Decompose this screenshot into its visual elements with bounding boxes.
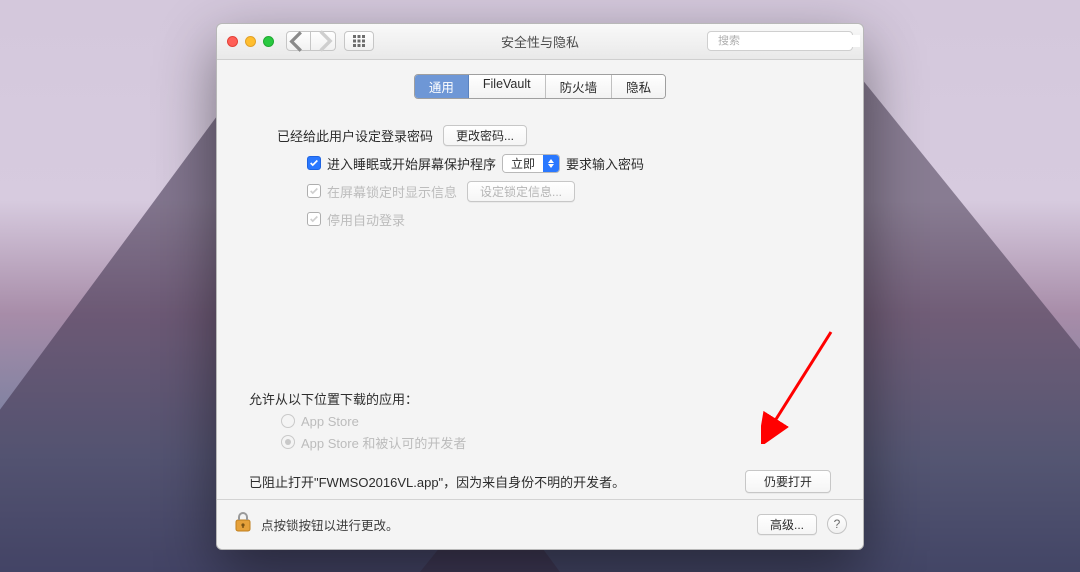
radio-identified-label: App Store 和被认可的开发者	[301, 433, 466, 452]
show-all-button[interactable]	[344, 31, 374, 51]
lock-message: 点按锁按钮以进行更改。	[261, 515, 757, 534]
require-password-checkbox[interactable]	[307, 156, 321, 170]
tab-privacy[interactable]: 隐私	[612, 75, 665, 98]
lockscreen-message-checkbox	[307, 184, 321, 198]
password-set-label: 已经给此用户设定登录密码	[277, 126, 433, 145]
blocked-app-message: 已阻止打开"FWMSO2016VL.app"，因为来自身份不明的开发者。	[249, 472, 745, 491]
tab-firewall[interactable]: 防火墙	[546, 75, 613, 98]
advanced-button[interactable]: 高级...	[757, 514, 817, 535]
minimize-button[interactable]	[245, 36, 256, 47]
tab-general[interactable]: 通用	[415, 75, 469, 98]
radio-appstore-label: App Store	[301, 414, 359, 429]
search-input[interactable]	[718, 35, 860, 47]
change-password-button[interactable]: 更改密码...	[443, 125, 527, 146]
disable-autologin-label: 停用自动登录	[327, 210, 405, 229]
search-field[interactable]	[707, 31, 853, 51]
tab-segment: 通用 FileVault 防火墙 隐私	[414, 74, 666, 99]
allow-apps-title: 允许从以下位置下载的应用：	[249, 389, 418, 408]
disable-autologin-checkbox	[307, 212, 321, 226]
footer: 点按锁按钮以进行更改。 高级... ?	[217, 499, 863, 549]
titlebar: 安全性与隐私	[217, 24, 863, 60]
radio-identified	[281, 435, 295, 449]
open-anyway-button[interactable]: 仍要打开	[745, 470, 831, 493]
require-password-delay-select[interactable]: 立即	[502, 154, 560, 173]
back-button[interactable]	[286, 31, 311, 51]
close-button[interactable]	[227, 36, 238, 47]
check-icon	[309, 158, 319, 168]
require-password-prefix: 进入睡眠或开始屏幕保护程序	[327, 154, 496, 173]
radio-appstore	[281, 414, 295, 428]
select-stepper-icon	[543, 155, 559, 172]
lock-icon[interactable]	[233, 510, 253, 539]
lockscreen-message-label: 在屏幕锁定时显示信息	[327, 182, 457, 201]
require-password-suffix: 要求输入密码	[566, 154, 644, 173]
preferences-window: 安全性与隐私 通用 FileVault 防火墙 隐私 已经给此用户设定登录密码 …	[216, 23, 864, 550]
help-button[interactable]: ?	[827, 514, 847, 534]
require-password-delay-value: 立即	[503, 155, 543, 172]
traffic-lights	[227, 36, 274, 47]
forward-button[interactable]	[311, 31, 336, 51]
set-lock-info-button: 设定锁定信息...	[467, 181, 575, 202]
check-icon	[309, 186, 319, 196]
check-icon	[309, 214, 319, 224]
zoom-button[interactable]	[263, 36, 274, 47]
tab-filevault[interactable]: FileVault	[469, 75, 546, 98]
